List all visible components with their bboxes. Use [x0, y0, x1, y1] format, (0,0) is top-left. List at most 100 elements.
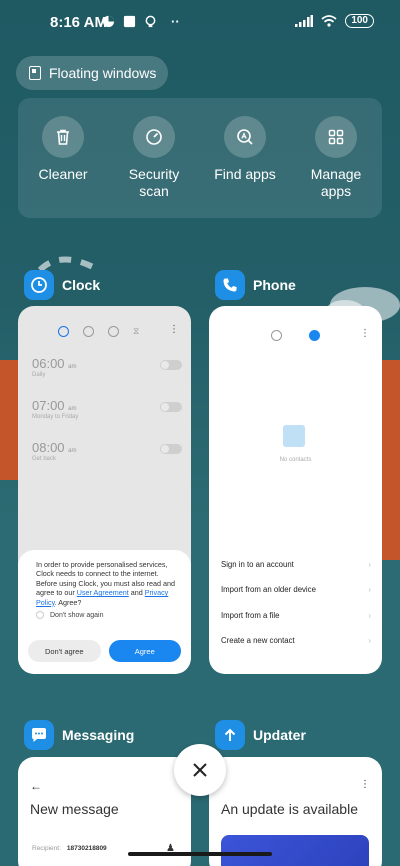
chevron-right-icon: ›	[368, 560, 371, 569]
status-system-icons: 100	[295, 14, 374, 28]
alarm-repeat: Monday to Friday	[32, 414, 79, 420]
alarm-item: 08:00 am Get back	[32, 440, 182, 462]
chevron-right-icon: ›	[368, 636, 371, 645]
recipient-label: Recipient:	[32, 845, 61, 852]
import-older-device-row[interactable]: Import from an older device ›	[221, 585, 371, 594]
sign-in-account-row[interactable]: Sign in to an account ›	[221, 560, 371, 569]
clock-app-header[interactable]: Clock	[24, 270, 100, 300]
consent-dialog: In order to provide personalised service…	[18, 550, 191, 674]
alarm-item: 07:00 am Monday to Friday	[32, 398, 182, 420]
trash-icon	[42, 116, 84, 158]
status-time: 8:16 AM	[50, 14, 107, 31]
messaging-icon	[24, 720, 54, 750]
alarm-time: 07:00	[32, 398, 65, 413]
status-bar: 8:16 AM ·· 100	[0, 0, 400, 44]
find-apps-label: Find apps	[214, 166, 276, 182]
clock-icon	[24, 270, 54, 300]
recipient-value: 18730218809	[66, 845, 107, 852]
wifi-icon	[321, 15, 337, 27]
create-contact-row[interactable]: Create a new contact ›	[221, 636, 371, 645]
alarm-item: 06:00 am Daily	[32, 356, 182, 378]
more-options-icon: ⋮	[360, 779, 370, 790]
dont-show-again-option[interactable]: Don't show again	[36, 611, 179, 620]
stopwatch-tab-icon	[108, 326, 119, 337]
no-contacts-label: No contacts	[279, 457, 312, 463]
alarm-repeat: Get back	[32, 456, 57, 462]
back-arrow-icon: ←	[30, 779, 42, 793]
alarm-ampm: am	[68, 364, 77, 370]
consent-text: In order to provide personalised service…	[36, 560, 179, 607]
signal-icon	[295, 15, 314, 27]
status-notification-icons: ··	[102, 14, 180, 29]
security-scan-button[interactable]: Security scan	[109, 116, 199, 200]
alarm-tab-icon	[58, 326, 69, 337]
search-apps-icon	[224, 116, 266, 158]
phone-app-header[interactable]: Phone	[215, 270, 296, 300]
messaging-app-name: Messaging	[62, 727, 135, 743]
speedometer-icon	[133, 116, 175, 158]
alarm-time: 08:00	[32, 440, 65, 455]
alarm-time: 06:00	[32, 356, 65, 371]
alarm-repeat: Daily	[32, 372, 46, 378]
recipient-field: Recipient: 18730218809	[32, 845, 107, 852]
consent-and: and	[128, 588, 145, 598]
phone-tabs	[271, 330, 320, 341]
more-options-icon: ⋮	[169, 324, 179, 335]
find-apps-button[interactable]: Find apps	[200, 116, 290, 183]
grid-icon	[315, 116, 357, 158]
timer-tab-icon: ⧖	[133, 326, 140, 336]
clock-app-name: Clock	[62, 277, 101, 293]
battery-indicator: 100	[345, 14, 374, 28]
import-file-row[interactable]: Import from a file ›	[221, 611, 371, 620]
manage-apps-button[interactable]: Manage apps	[291, 116, 381, 200]
updater-app-name: Updater	[253, 727, 306, 743]
agree-button[interactable]: Agree	[108, 640, 181, 662]
more-options-icon: ⋮	[360, 328, 370, 339]
dont-show-label: Don't show again	[50, 611, 104, 619]
messaging-app-header[interactable]: Messaging	[24, 720, 134, 750]
chevron-right-icon: ›	[368, 611, 371, 620]
floating-window-icon	[29, 66, 41, 80]
new-message-title: New message	[30, 801, 119, 817]
phone-app-card[interactable]: ⋮ No contacts Sign in to an account › Imp…	[209, 306, 382, 674]
updater-app-header[interactable]: Updater	[215, 720, 306, 750]
close-icon	[193, 763, 207, 777]
alarm-ampm: am	[68, 448, 77, 454]
messaging-app-card[interactable]: ← New message Recipient: 18730218809 ♟	[18, 757, 191, 866]
phone-icon	[215, 270, 245, 300]
alarm-ampm: am	[68, 406, 77, 412]
updater-app-card[interactable]: ⋮ An update is available	[209, 757, 382, 866]
floating-windows-button[interactable]: Floating windows	[16, 56, 168, 90]
quick-actions-panel: Cleaner Security scan Find apps Manage a…	[18, 98, 382, 218]
row-label: Create a new contact	[221, 636, 295, 645]
contacts-tab-icon	[309, 330, 320, 341]
no-contacts-icon	[283, 425, 305, 447]
square-app-icon	[123, 15, 136, 28]
cleaner-label: Cleaner	[38, 166, 88, 182]
world-clock-tab-icon	[83, 326, 94, 337]
clock-app-card[interactable]: ⧖ ⋮ 06:00 am Daily 07:00 am Monday to Fr…	[18, 306, 191, 674]
dont-agree-button[interactable]: Don't agree	[28, 640, 101, 662]
update-banner-image	[221, 835, 369, 866]
circle-badge-icon	[102, 15, 115, 28]
clock-tabs: ⧖	[58, 326, 139, 337]
alarm-toggle	[160, 444, 182, 454]
alarm-toggle	[160, 360, 182, 370]
dont-show-checkbox[interactable]	[36, 611, 44, 620]
row-label: Import from a file	[221, 611, 280, 620]
home-indicator[interactable]	[128, 852, 272, 856]
more-dots-icon: ··	[171, 14, 180, 29]
row-label: Sign in to an account	[221, 560, 294, 569]
floating-windows-label: Floating windows	[49, 65, 157, 81]
row-label: Import from an older device	[221, 585, 316, 594]
consent-question: . Agree?	[54, 597, 82, 607]
user-agreement-link[interactable]: User Agreement	[77, 588, 129, 597]
lightbulb-icon	[145, 15, 156, 28]
phone-app-name: Phone	[253, 277, 296, 293]
close-all-button[interactable]	[174, 744, 226, 796]
manage-apps-label: Manage apps	[310, 166, 362, 199]
chevron-right-icon: ›	[368, 585, 371, 594]
recents-tab-icon	[271, 330, 282, 341]
security-scan-label: Security scan	[128, 166, 180, 199]
cleaner-button[interactable]: Cleaner	[18, 116, 108, 183]
